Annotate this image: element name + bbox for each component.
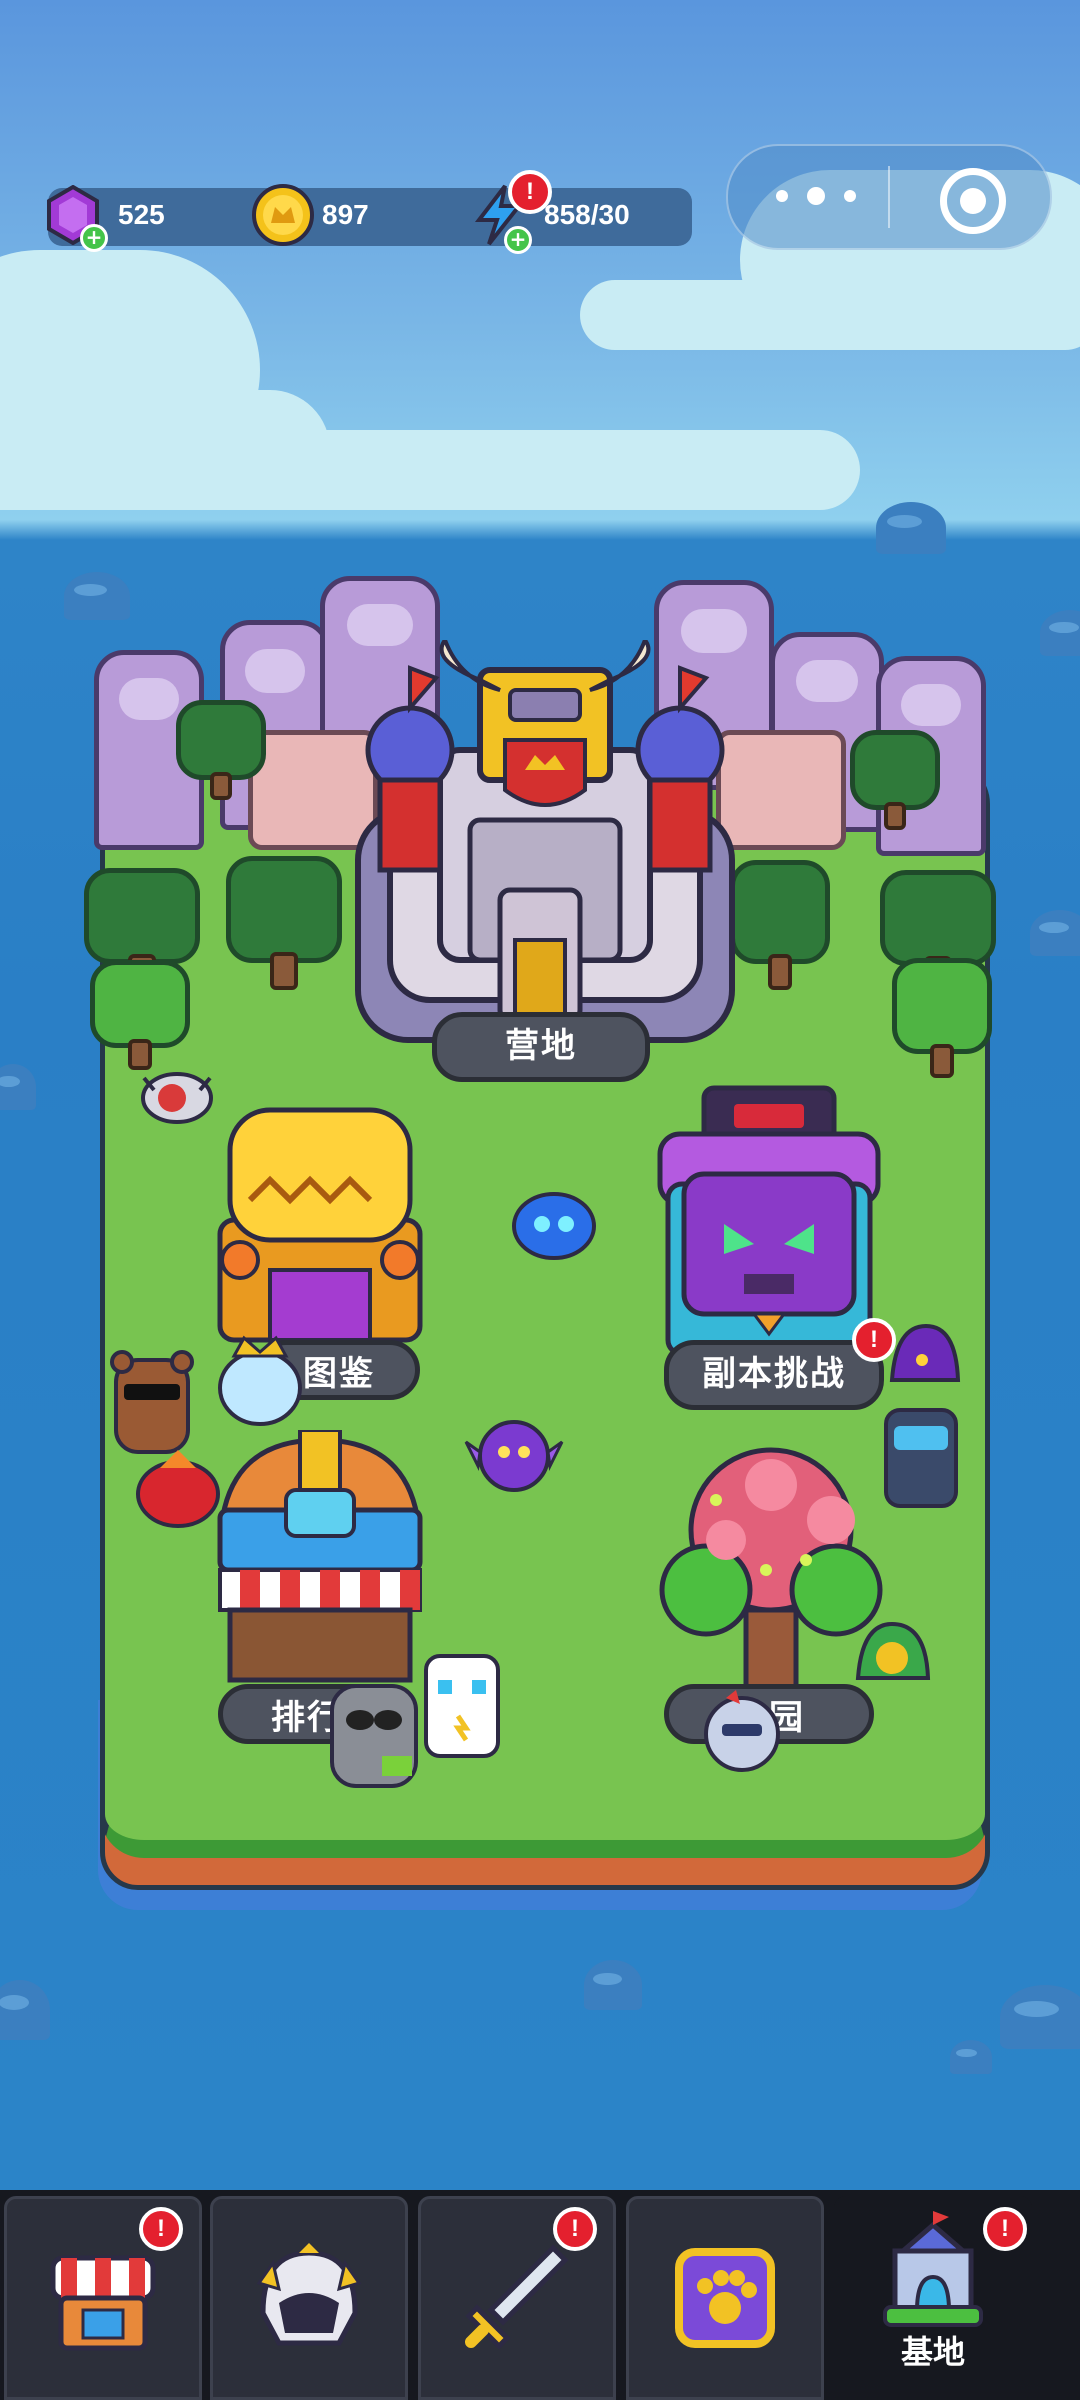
ice-king-character[interactable] [214, 1332, 306, 1428]
energy-count: 858/30 [544, 199, 630, 230]
tab-base-label: 基地 [900, 2333, 965, 2371]
purple-imp-character[interactable] [464, 1412, 564, 1496]
gem-count: 525 [118, 199, 165, 230]
coin-count: 897 [322, 199, 369, 230]
gem-plus-icon[interactable]: + [80, 224, 108, 252]
sword-icon [465, 2244, 569, 2350]
tree [176, 700, 266, 800]
sea-rock [584, 1960, 642, 2010]
sea-rock [0, 1064, 36, 1110]
hooded-mage-character[interactable] [886, 1320, 962, 1390]
sea-rock [950, 2040, 992, 2074]
base-castle-icon [883, 2211, 983, 2327]
energy-counter[interactable]: + ! 858/30 [466, 170, 630, 260]
demon-tower-icon [657, 1085, 881, 1357]
sea-rock [1040, 610, 1080, 656]
ranking-building[interactable] [200, 1428, 440, 1690]
camp-label[interactable]: 营地 [432, 1012, 650, 1082]
gem-icon: + [40, 182, 108, 252]
market-stall-icon [217, 1428, 423, 1683]
white-cat-character[interactable] [418, 1646, 506, 1762]
coin-counter[interactable]: 897 [250, 170, 369, 260]
cloud [580, 280, 1080, 350]
tab-battle[interactable]: ! [418, 2196, 616, 2400]
sea-rock [64, 572, 130, 620]
base-alert-badge: ! [983, 2207, 1027, 2251]
exit-target-icon[interactable] [940, 168, 1006, 234]
tree [730, 860, 830, 990]
more-options-icon[interactable] [776, 176, 856, 216]
tree [850, 730, 940, 830]
gem-counter[interactable]: + 525 [40, 170, 165, 260]
game-screen: 营地 图鉴 副本挑战 ! 排行 园 + 525 897 + ! 858/30 !… [0, 0, 1080, 2400]
tab-hero[interactable] [210, 2196, 408, 2400]
collection-building[interactable] [210, 1100, 430, 1350]
energy-icon: + ! [466, 170, 552, 254]
knight-helmet-icon [256, 2243, 362, 2346]
shop-alert-badge: ! [139, 2207, 183, 2251]
dungeon-building[interactable] [654, 1084, 884, 1357]
sea-rock [1000, 1985, 1080, 2049]
green-hood-character[interactable] [852, 1618, 934, 1688]
robot-cat-character[interactable] [876, 1396, 966, 1512]
castle-icon [355, 635, 735, 1043]
energy-alert-badge: ! [508, 170, 552, 214]
temple-icon [217, 1107, 423, 1343]
energy-plus-icon[interactable]: + [504, 226, 532, 254]
tab-base[interactable]: ! 基地 [834, 2196, 1032, 2400]
sea-rock [1030, 910, 1080, 956]
capsule-divider [888, 166, 890, 228]
dungeon-label[interactable]: 副本挑战 [664, 1340, 884, 1410]
coin-icon [250, 182, 316, 248]
tree [892, 958, 992, 1078]
cloud [0, 430, 860, 510]
spiky-bird-character[interactable] [134, 1058, 220, 1128]
raccoon-character[interactable] [322, 1676, 426, 1792]
tree [226, 856, 342, 990]
camp-building[interactable] [350, 635, 740, 1060]
battle-alert-badge: ! [553, 2207, 597, 2251]
paw-badge-icon [675, 2248, 775, 2348]
miniprogram-capsule [726, 144, 1052, 250]
fire-crab-character[interactable] [130, 1448, 226, 1534]
shop-icon [50, 2255, 156, 2351]
tab-shop[interactable]: ! [4, 2196, 202, 2400]
tab-pet[interactable] [626, 2196, 824, 2400]
sea-rock [0, 1980, 50, 2040]
bear-character[interactable] [104, 1350, 200, 1460]
blue-ghost-character[interactable] [508, 1186, 600, 1264]
tree [90, 960, 190, 1070]
knight-character[interactable] [696, 1688, 788, 1780]
sea-rock [876, 502, 946, 554]
